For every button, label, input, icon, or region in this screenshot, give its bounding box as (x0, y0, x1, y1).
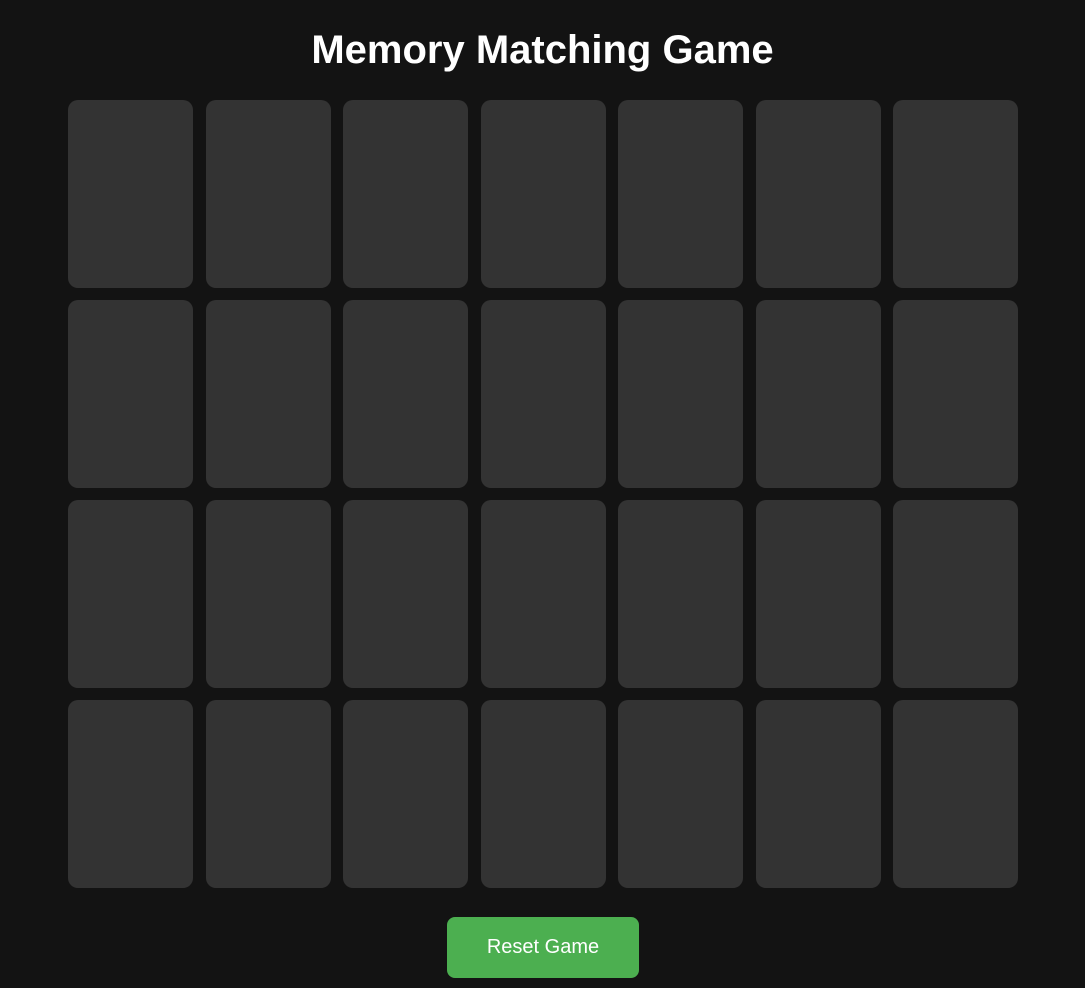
memory-card[interactable] (68, 300, 193, 488)
memory-card[interactable] (618, 500, 743, 688)
memory-card[interactable] (205, 300, 331, 488)
game-page: Memory Matching Game Reset Game (0, 0, 1085, 988)
memory-card[interactable] (205, 100, 331, 288)
memory-card[interactable] (480, 300, 606, 488)
memory-card[interactable] (343, 700, 468, 888)
reset-game-button[interactable]: Reset Game (447, 917, 639, 978)
memory-card[interactable] (68, 100, 193, 288)
memory-card[interactable] (205, 700, 331, 888)
memory-card[interactable] (618, 300, 743, 488)
memory-card[interactable] (618, 100, 743, 288)
memory-card[interactable] (68, 700, 193, 888)
memory-card[interactable] (343, 300, 468, 488)
memory-card[interactable] (755, 700, 881, 888)
memory-card[interactable] (893, 300, 1018, 488)
memory-card[interactable] (480, 700, 606, 888)
memory-card[interactable] (755, 300, 881, 488)
memory-card[interactable] (893, 100, 1018, 288)
memory-card[interactable] (205, 500, 331, 688)
memory-card[interactable] (618, 700, 743, 888)
memory-card[interactable] (68, 500, 193, 688)
card-grid (68, 100, 1018, 888)
memory-card[interactable] (480, 100, 606, 288)
memory-card[interactable] (755, 100, 881, 288)
memory-card[interactable] (343, 500, 468, 688)
memory-card[interactable] (480, 500, 606, 688)
memory-card[interactable] (893, 700, 1018, 888)
memory-card[interactable] (755, 500, 881, 688)
memory-card[interactable] (893, 500, 1018, 688)
memory-card[interactable] (343, 100, 468, 288)
page-title: Memory Matching Game (311, 28, 774, 72)
